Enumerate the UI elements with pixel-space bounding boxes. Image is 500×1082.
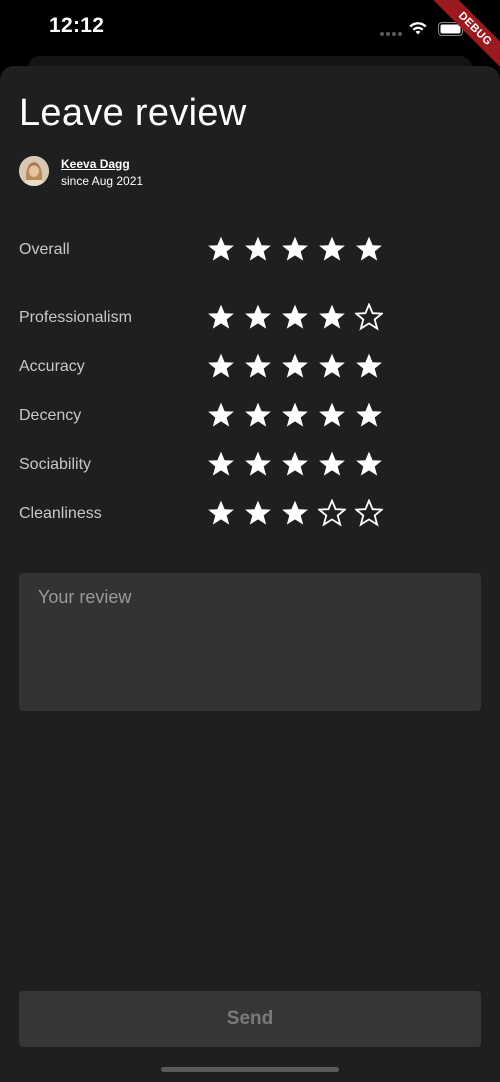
status-bar: 12:12 DEBUG	[0, 0, 500, 75]
star-rating[interactable]	[207, 303, 383, 331]
star-filled-icon[interactable]	[318, 450, 346, 478]
screen: 12:12 DEBUG Leave review Keeva Dagg sinc…	[0, 0, 500, 1082]
star-filled-icon[interactable]	[355, 235, 383, 263]
star-filled-icon[interactable]	[281, 303, 309, 331]
star-filled-icon[interactable]	[318, 303, 346, 331]
star-filled-icon[interactable]	[207, 352, 235, 380]
star-rating[interactable]	[207, 401, 383, 429]
rating-label: Sociability	[19, 456, 92, 473]
star-filled-icon[interactable]	[244, 352, 272, 380]
star-filled-icon[interactable]	[244, 401, 272, 429]
star-filled-icon[interactable]	[244, 450, 272, 478]
send-button[interactable]: Send	[19, 991, 481, 1047]
rating-row-decency: Decency	[19, 401, 399, 435]
star-rating[interactable]	[207, 499, 383, 527]
star-outline-icon[interactable]	[318, 499, 346, 527]
avatar-photo-icon	[19, 156, 49, 186]
reviewer-since: since Aug 2021	[61, 174, 144, 188]
star-rating[interactable]	[207, 235, 383, 263]
rating-label: Decency	[19, 407, 82, 424]
star-filled-icon[interactable]	[244, 303, 272, 331]
rating-row-professionalism: Professionalism	[19, 303, 399, 337]
home-indicator	[161, 1067, 339, 1072]
star-filled-icon[interactable]	[355, 450, 383, 478]
rating-row-accuracy: Accuracy	[19, 352, 399, 386]
star-filled-icon[interactable]	[355, 352, 383, 380]
rating-label: Overall	[19, 241, 70, 258]
star-rating[interactable]	[207, 352, 383, 380]
star-filled-icon[interactable]	[318, 235, 346, 263]
star-filled-icon[interactable]	[318, 401, 346, 429]
star-outline-icon[interactable]	[355, 303, 383, 331]
reviewer-name-link[interactable]: Keeva Dagg	[61, 157, 130, 171]
star-filled-icon[interactable]	[281, 352, 309, 380]
star-filled-icon[interactable]	[207, 303, 235, 331]
review-textarea[interactable]	[19, 573, 481, 711]
star-filled-icon[interactable]	[281, 450, 309, 478]
star-filled-icon[interactable]	[207, 450, 235, 478]
rating-row-overall: Overall	[19, 235, 399, 269]
rating-row-cleanliness: Cleanliness	[19, 499, 399, 533]
rating-label: Cleanliness	[19, 505, 102, 522]
status-time: 12:12	[49, 14, 105, 37]
star-filled-icon[interactable]	[244, 235, 272, 263]
star-filled-icon[interactable]	[207, 235, 235, 263]
star-filled-icon[interactable]	[244, 499, 272, 527]
star-filled-icon[interactable]	[207, 401, 235, 429]
wifi-icon	[409, 22, 427, 35]
rating-label: Professionalism	[19, 309, 132, 326]
star-filled-icon[interactable]	[281, 235, 309, 263]
reviewer-avatar[interactable]	[19, 156, 49, 186]
star-filled-icon[interactable]	[355, 401, 383, 429]
star-rating[interactable]	[207, 450, 383, 478]
rating-label: Accuracy	[19, 358, 85, 375]
cellular-signal-icon	[380, 32, 402, 36]
rating-row-sociability: Sociability	[19, 450, 399, 484]
star-filled-icon[interactable]	[207, 499, 235, 527]
star-filled-icon[interactable]	[318, 352, 346, 380]
star-filled-icon[interactable]	[281, 499, 309, 527]
star-outline-icon[interactable]	[355, 499, 383, 527]
page-title: Leave review	[19, 92, 247, 134]
star-filled-icon[interactable]	[281, 401, 309, 429]
